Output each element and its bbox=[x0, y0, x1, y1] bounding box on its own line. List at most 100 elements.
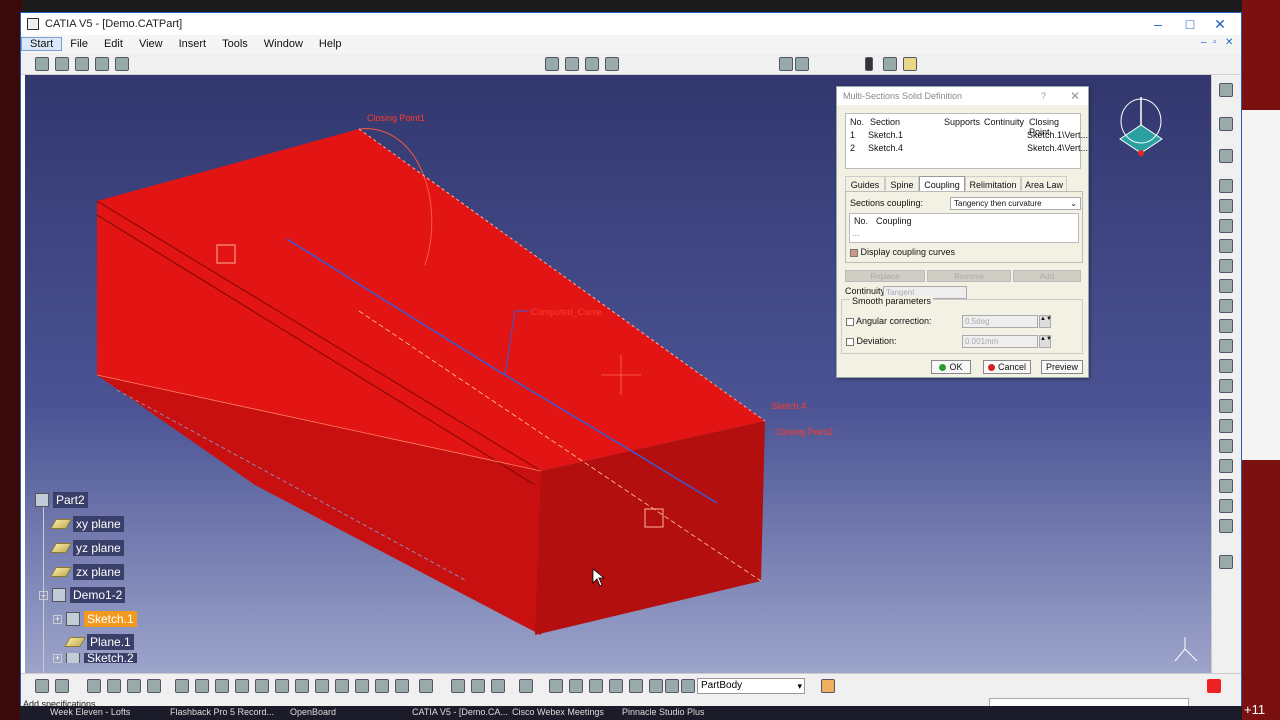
table-row[interactable]: 2 Sketch.4 Sketch.4\Vert... bbox=[846, 141, 1088, 154]
rotate-icon[interactable] bbox=[235, 679, 249, 693]
remove-button[interactable]: Remove bbox=[927, 270, 1011, 282]
tree-root[interactable]: Part2 bbox=[35, 491, 88, 509]
menu-window[interactable]: Window bbox=[256, 38, 311, 50]
dimension-icon[interactable] bbox=[519, 679, 533, 693]
grid-icon[interactable] bbox=[115, 57, 129, 71]
formula-icon[interactable] bbox=[35, 679, 49, 693]
analysis-icon[interactable] bbox=[75, 57, 89, 71]
pan-icon[interactable] bbox=[215, 679, 229, 693]
hole-icon[interactable] bbox=[1219, 259, 1233, 273]
collapse-icon[interactable]: – bbox=[39, 590, 48, 600]
select-arrow-icon[interactable] bbox=[1219, 117, 1233, 131]
data-icon[interactable] bbox=[609, 679, 623, 693]
checkbox-box[interactable] bbox=[846, 317, 854, 326]
graphic-properties-icon[interactable] bbox=[681, 679, 695, 693]
taskbar-item[interactable]: Pinnacle Studio Plus bbox=[622, 707, 705, 717]
preview-button[interactable]: Preview bbox=[1041, 360, 1083, 374]
multi-view-icon[interactable] bbox=[315, 679, 329, 693]
catalog-icon[interactable] bbox=[87, 679, 101, 693]
filter-icon[interactable] bbox=[649, 679, 663, 693]
taskbar-item[interactable]: CATIA V5 - [Demo.CA... bbox=[412, 707, 508, 717]
tree-item-body[interactable]: – Demo1-2 bbox=[39, 586, 126, 604]
expand-icon[interactable]: + bbox=[53, 614, 62, 624]
pocket-icon[interactable] bbox=[1219, 199, 1233, 213]
mirror-icon[interactable] bbox=[1219, 479, 1233, 493]
axis-link-icon[interactable] bbox=[589, 679, 603, 693]
render-style-icon[interactable] bbox=[355, 679, 369, 693]
table-row[interactable]: 1 Sketch.1 Sketch.1\Vert... bbox=[846, 128, 1088, 141]
tab-area-law[interactable]: Area Law bbox=[1021, 176, 1067, 192]
paint-icon[interactable] bbox=[821, 679, 835, 693]
cancel-button[interactable]: Cancel bbox=[983, 360, 1031, 374]
boolean-icon[interactable] bbox=[1219, 555, 1233, 569]
add-button[interactable]: Add bbox=[1013, 270, 1081, 282]
fillet-icon[interactable] bbox=[1219, 339, 1233, 353]
fit-all-icon[interactable] bbox=[195, 679, 209, 693]
tree-item-sketch-1[interactable]: + Sketch.1 bbox=[53, 610, 137, 628]
maximize-button[interactable]: □ bbox=[1175, 15, 1205, 33]
tab-spine[interactable]: Spine bbox=[885, 176, 919, 192]
tab-guides[interactable]: Guides bbox=[845, 176, 885, 192]
expand-icon[interactable]: + bbox=[53, 653, 62, 663]
slot-icon[interactable] bbox=[1219, 299, 1233, 313]
tree-item-plane-1[interactable]: Plane.1 bbox=[64, 633, 134, 651]
mdi-close-icon[interactable]: ✕ bbox=[1225, 37, 1233, 48]
shell-icon[interactable] bbox=[1219, 399, 1233, 413]
line-icon[interactable] bbox=[883, 57, 897, 71]
thread-icon[interactable] bbox=[1219, 439, 1233, 453]
minimize-button[interactable]: – bbox=[1143, 15, 1173, 33]
zoom-out-icon[interactable] bbox=[275, 679, 289, 693]
pad-icon[interactable] bbox=[1219, 179, 1233, 193]
menu-edit[interactable]: Edit bbox=[96, 38, 131, 50]
coupling-row[interactable]: ... bbox=[852, 228, 860, 238]
tab-coupling[interactable]: Coupling bbox=[919, 176, 965, 192]
mdi-restore-icon[interactable]: ▫ bbox=[1213, 37, 1217, 48]
menu-file[interactable]: File bbox=[62, 38, 96, 50]
chamfer-icon[interactable] bbox=[1219, 359, 1233, 373]
sketcher-icon[interactable] bbox=[1219, 149, 1233, 163]
taskbar-item[interactable]: OpenBoard bbox=[290, 707, 336, 717]
menu-view[interactable]: View bbox=[131, 38, 171, 50]
insert-body-icon[interactable] bbox=[471, 679, 485, 693]
grid-snap-icon[interactable] bbox=[585, 57, 599, 71]
close-button[interactable]: ✕ bbox=[1205, 15, 1235, 33]
tab-relimitation[interactable]: Relimitation bbox=[965, 176, 1021, 192]
thickness-icon[interactable] bbox=[1219, 419, 1233, 433]
shaft-icon[interactable] bbox=[1219, 219, 1233, 233]
scale-icon[interactable] bbox=[1219, 519, 1233, 533]
sketch-analysis-icon[interactable] bbox=[779, 57, 793, 71]
rotate-view-icon[interactable] bbox=[569, 679, 583, 693]
refresh-icon[interactable] bbox=[549, 679, 563, 693]
help-button[interactable]: ? bbox=[1041, 87, 1046, 105]
layer-icon[interactable] bbox=[665, 679, 679, 693]
swap-space-icon[interactable] bbox=[395, 679, 409, 693]
mdi-minimize-icon[interactable]: – bbox=[1201, 37, 1207, 48]
point-icon[interactable] bbox=[865, 57, 873, 71]
select-trap-icon[interactable] bbox=[565, 57, 579, 71]
tree-item-xy-plane[interactable]: xy plane bbox=[50, 515, 124, 533]
taskbar-item[interactable]: Cisco Webex Meetings bbox=[512, 707, 604, 717]
sections-coupling-select[interactable]: Tangency then curvature ⌄ bbox=[950, 197, 1081, 210]
geometrical-set-icon[interactable] bbox=[491, 679, 505, 693]
measure-icon[interactable] bbox=[107, 679, 121, 693]
rib-icon[interactable] bbox=[1219, 279, 1233, 293]
cut-part-icon[interactable] bbox=[795, 57, 809, 71]
angular-correction-checkbox[interactable]: Angular correction: bbox=[846, 316, 932, 326]
apply-material-icon[interactable] bbox=[147, 679, 161, 693]
plane-icon[interactable] bbox=[903, 57, 917, 71]
hide-show-icon[interactable] bbox=[375, 679, 389, 693]
deviation-field[interactable]: 0.001mm bbox=[962, 335, 1038, 348]
tree-item-sketch-2[interactable]: + Sketch.2 bbox=[53, 653, 137, 663]
tree-item-yz-plane[interactable]: yz plane bbox=[50, 539, 124, 557]
coupling-list[interactable]: No. Coupling ... bbox=[849, 213, 1079, 243]
axis-system-icon[interactable] bbox=[451, 679, 465, 693]
checkbox-box[interactable] bbox=[846, 337, 854, 346]
menu-help[interactable]: Help bbox=[311, 38, 350, 50]
pattern-icon[interactable] bbox=[1219, 499, 1233, 513]
menu-insert[interactable]: Insert bbox=[171, 38, 215, 50]
angular-correction-field[interactable]: 0.5deg bbox=[962, 315, 1038, 328]
settings-icon[interactable] bbox=[1219, 83, 1233, 97]
constraint-icon[interactable] bbox=[55, 57, 69, 71]
zoom-in-icon[interactable] bbox=[255, 679, 269, 693]
normal-view-icon[interactable] bbox=[295, 679, 309, 693]
